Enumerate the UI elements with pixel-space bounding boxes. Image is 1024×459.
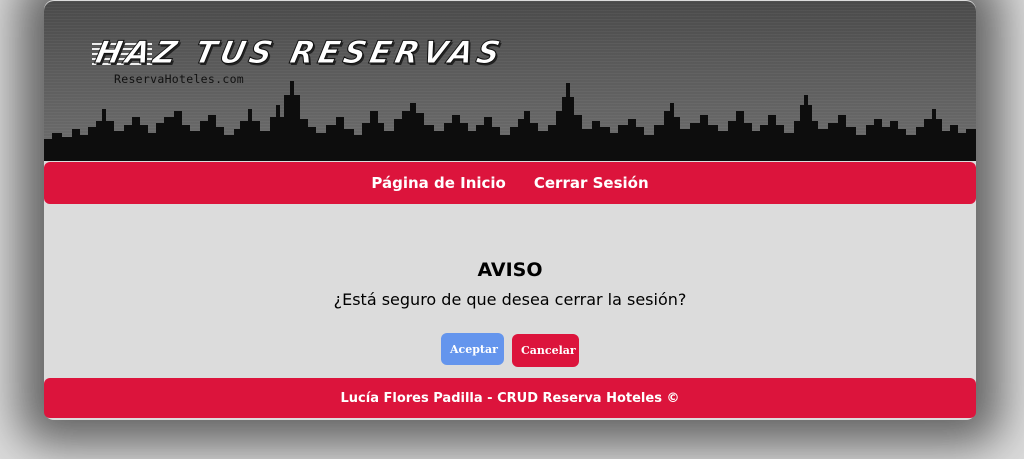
city-skyline-image <box>44 81 976 161</box>
dialog-title: AVISO <box>477 259 543 281</box>
main-navigation: Página de Inicio Cerrar Sesión <box>44 162 976 204</box>
dialog-message: ¿Está seguro de que desea cerrar la sesi… <box>333 290 687 309</box>
accept-button[interactable]: Aceptar <box>441 333 504 365</box>
nav-link-logout[interactable]: Cerrar Sesión <box>534 174 649 192</box>
cancel-button[interactable]: Cancelar <box>512 334 579 367</box>
site-logo-title: HAZ TUS RESERVAS <box>92 35 508 72</box>
nav-link-home[interactable]: Página de Inicio <box>371 174 506 192</box>
dialog-actions: Aceptar Cancelar <box>44 333 976 367</box>
header-banner: HAZ TUS RESERVAS ReservaHoteles.com <box>44 1 976 161</box>
logout-confirmation-panel: AVISO ¿Está seguro de que desea cerrar l… <box>44 205 976 375</box>
page-footer: Lucía Flores Padilla - CRUD Reserva Hote… <box>44 378 976 418</box>
